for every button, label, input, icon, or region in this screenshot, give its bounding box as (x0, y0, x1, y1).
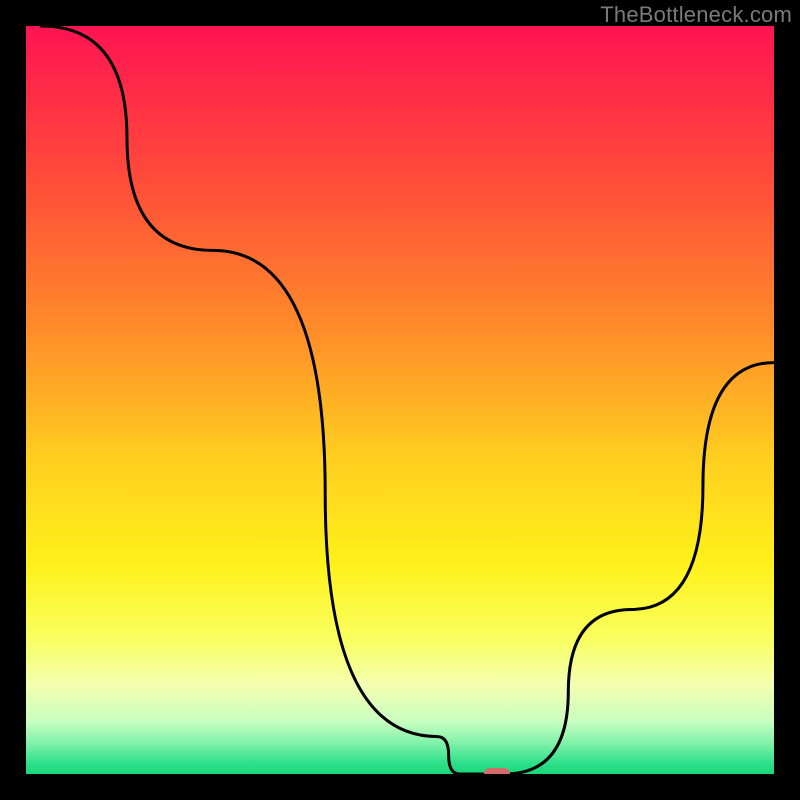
plot-area (26, 26, 774, 774)
chart-frame: TheBottleneck.com (0, 0, 800, 800)
bottleneck-curve (26, 26, 774, 774)
optimal-point-marker (484, 768, 510, 774)
watermark-text: TheBottleneck.com (600, 2, 792, 28)
